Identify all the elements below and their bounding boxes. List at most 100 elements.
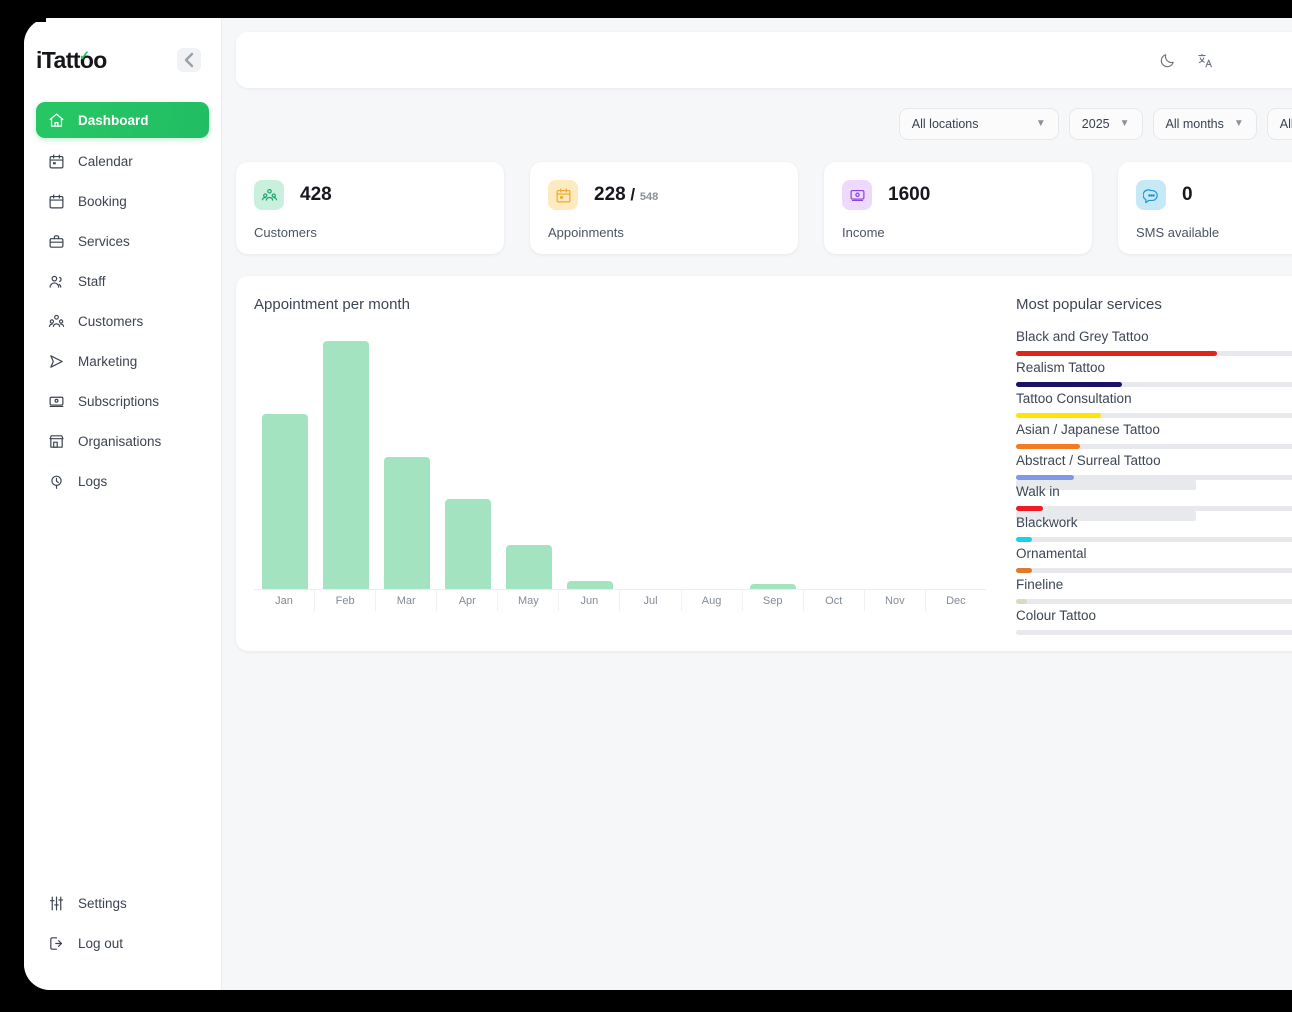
chart-bar-column[interactable]: [681, 321, 742, 589]
service-row[interactable]: Black and Grey Tattoo: [1016, 329, 1292, 360]
service-row[interactable]: Realism Tattoo: [1016, 360, 1292, 391]
filter-months[interactable]: All months ▼: [1152, 108, 1257, 140]
chart-title: Appointment per month: [254, 296, 410, 313]
chat-bubble-icon: [1136, 180, 1166, 210]
stat-card-value: 428: [300, 184, 332, 205]
sidebar-item-calendar[interactable]: Calendar: [36, 144, 209, 178]
sidebar-item-label: Staff: [78, 273, 106, 289]
chart-bar[interactable]: [505, 545, 552, 589]
sidebar-item-services[interactable]: Services: [36, 224, 209, 258]
chart-bar[interactable]: [444, 498, 491, 589]
service-row[interactable]: Fineline: [1016, 577, 1292, 608]
filter-locations[interactable]: All locations ▼: [898, 108, 1059, 140]
sidebar-item-logs[interactable]: Logs: [36, 464, 209, 498]
sidebar-item-staff[interactable]: Staff: [36, 264, 209, 298]
chevron-down-icon: ▼: [1233, 118, 1244, 129]
chart-bar-column[interactable]: [498, 321, 559, 589]
sidebar-item-subscriptions[interactable]: Subscriptions: [36, 384, 209, 418]
top-bar: [236, 32, 1292, 88]
chart-bar-column[interactable]: [742, 321, 803, 589]
service-row[interactable]: Ornamental: [1016, 546, 1292, 577]
chart-bar-column[interactable]: [437, 321, 498, 589]
stat-card-sms[interactable]: 0 SMS available: [1118, 162, 1292, 254]
filter-services[interactable]: All services: [1266, 108, 1292, 140]
sidebar-item-logout[interactable]: Log out: [36, 926, 209, 960]
stat-card-appointments[interactable]: 228 / 548 Appoinments: [530, 162, 798, 254]
sidebar-item-customers[interactable]: Customers: [36, 304, 209, 338]
stat-card-value: 0: [1182, 184, 1193, 205]
service-row[interactable]: Tattoo Consultation: [1016, 391, 1292, 422]
sidebar-item-marketing[interactable]: Marketing: [36, 344, 209, 378]
stat-card-value-primary: 228: [594, 184, 626, 205]
chart-x-tick-label: Mar: [375, 590, 436, 611]
chart-x-axis-labels: Jan Feb Mar Apr May Jun Jul Aug Sep Oct Nov Dec: [254, 590, 986, 611]
service-row[interactable]: Asian / Japanese Tattoo: [1016, 422, 1292, 453]
sidebar-item-label: Customers: [78, 313, 144, 329]
chart-x-tick-label: Sep: [741, 590, 803, 611]
logo-check-accent-icon: ✓: [79, 47, 90, 63]
service-progress-fill: [1016, 413, 1101, 418]
service-name: Fineline: [1016, 577, 1064, 592]
filter-year[interactable]: 2025 ▼: [1068, 108, 1143, 140]
screenshot-root: iTattoo ✓ Dashboard Calendar Booking Ser…: [0, 0, 1292, 1012]
user-group-icon: [254, 180, 284, 210]
service-row[interactable]: Blackwork: [1016, 511, 1292, 546]
chart-bar[interactable]: [566, 581, 613, 589]
chart-bar[interactable]: [322, 341, 369, 589]
service-progress-track: [1016, 599, 1292, 604]
chart-x-tick-label: Apr: [436, 590, 497, 611]
sidebar-collapse-button[interactable]: [177, 48, 201, 72]
service-progress-fill: [1016, 382, 1122, 387]
money-icon: [842, 180, 872, 210]
stat-card-label: Appoinments: [548, 225, 624, 240]
service-progress-fill: [1016, 599, 1027, 604]
translate-language-icon[interactable]: [1196, 51, 1214, 69]
main-content: All locations ▼ 2025 ▼ All months ▼ All …: [222, 18, 1292, 990]
chart-bar[interactable]: [383, 457, 430, 589]
stat-card-income[interactable]: 1600 Income: [824, 162, 1092, 254]
chart-bar-column[interactable]: [925, 321, 986, 589]
chart-x-tick-label: Nov: [863, 590, 925, 611]
service-name: Abstract / Surreal Tattoo: [1016, 453, 1161, 468]
sidebar-item-label: Services: [78, 233, 130, 249]
stat-card-customers[interactable]: 428 Customers: [236, 162, 504, 254]
sidebar-nav: Dashboard Calendar Booking Services Staf…: [24, 102, 221, 886]
service-name: Tattoo Consultation: [1016, 391, 1132, 406]
chart-x-tick-label: Aug: [680, 590, 742, 611]
chart-bar-column[interactable]: [254, 321, 315, 589]
chevron-down-icon: ▼: [1119, 118, 1130, 129]
sidebar-footer: Settings Log out: [24, 886, 221, 990]
chart-x-tick-label: May: [497, 590, 558, 611]
chart-bar-column[interactable]: [315, 321, 376, 589]
send-icon: [48, 353, 65, 370]
home-icon: [48, 112, 65, 129]
sidebar-item-dashboard[interactable]: Dashboard: [36, 102, 209, 138]
stat-card-value: 228 / 548: [594, 184, 659, 205]
dark-mode-moon-icon[interactable]: [1158, 51, 1176, 69]
chart-bar[interactable]: [261, 413, 308, 589]
chart-bars: [254, 321, 986, 589]
chart-bar-column[interactable]: [620, 321, 681, 589]
calendar-icon: [48, 193, 65, 210]
chart-bar-column[interactable]: [559, 321, 620, 589]
app-shell: iTattoo ✓ Dashboard Calendar Booking Ser…: [24, 18, 1292, 990]
sliders-icon: [48, 895, 65, 912]
sidebar-item-organisations[interactable]: Organisations: [36, 424, 209, 458]
chart-bar-column[interactable]: [376, 321, 437, 589]
sidebar-item-settings[interactable]: Settings: [36, 886, 209, 920]
calendar-days-icon: [548, 180, 578, 210]
stat-card-value: 1600: [888, 184, 931, 205]
briefcase-icon: [48, 233, 65, 250]
service-row[interactable]: Colour Tattoo: [1016, 608, 1292, 639]
dashboard-panels: Appointment per month Jan Feb Mar Apr May Jun…: [236, 276, 1292, 651]
stat-card-label: SMS available: [1136, 225, 1220, 240]
chart-bar-column[interactable]: [864, 321, 925, 589]
sidebar-item-booking[interactable]: Booking: [36, 184, 209, 218]
service-progress-fill: [1016, 506, 1043, 511]
appointments-bar-chart: Jan Feb Mar Apr May Jun Jul Aug Sep Oct Nov Dec: [254, 331, 986, 611]
chart-bar-column[interactable]: [803, 321, 864, 589]
store-icon: [48, 433, 65, 450]
service-progress-track: [1016, 568, 1292, 573]
chart-x-tick-label: Jul: [619, 590, 680, 611]
service-name: Realism Tattoo: [1016, 360, 1106, 375]
